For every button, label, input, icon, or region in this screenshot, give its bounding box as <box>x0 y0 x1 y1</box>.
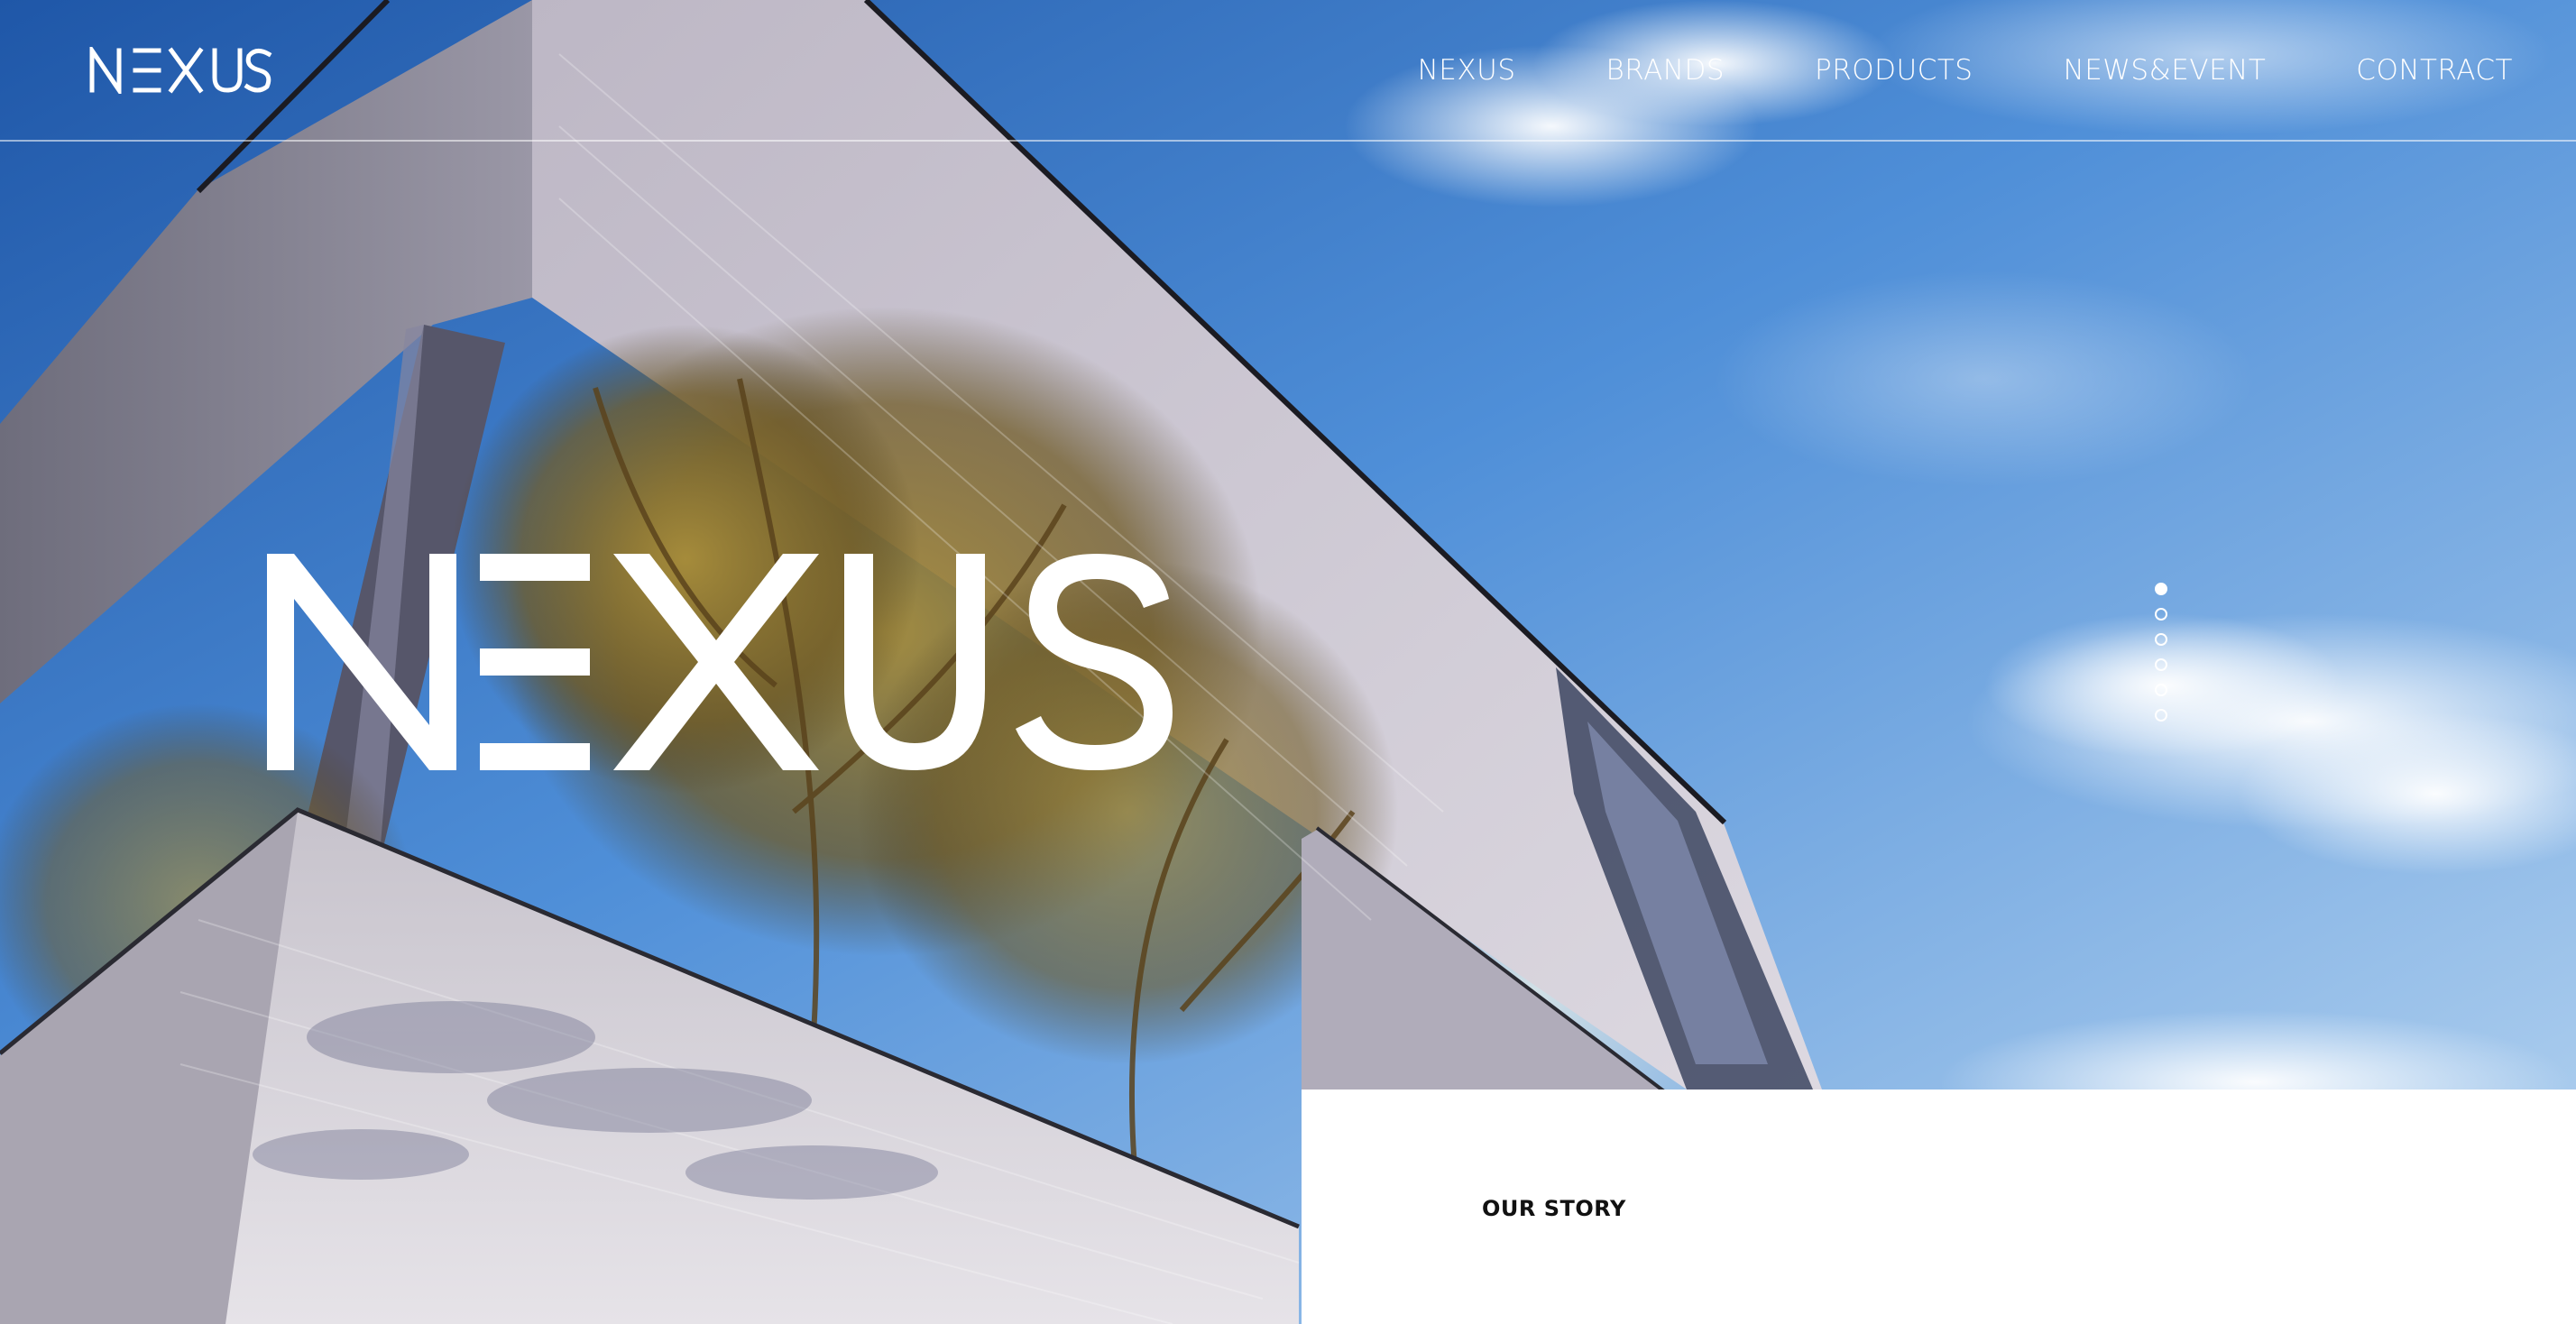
our-story-panel: OUR STORY <box>1302 1090 2576 1324</box>
slide-dot-1[interactable] <box>2155 583 2167 595</box>
slide-dot-3[interactable] <box>2155 633 2167 646</box>
our-story-title: OUR STORY <box>1482 1196 1626 1221</box>
site-header: NEXUS BRANDS PRODUCTS NEWS&EVENT CONTRAC… <box>0 0 2576 142</box>
nav-item-products[interactable]: PRODUCTS <box>1770 47 2018 94</box>
slide-indicator <box>2155 583 2167 722</box>
nav-item-news-event[interactable]: NEWS&EVENT <box>2019 47 2312 94</box>
main-nav: NEXUS BRANDS PRODUCTS NEWS&EVENT CONTRAC… <box>1373 47 2513 94</box>
slide-dot-6[interactable] <box>2155 709 2167 722</box>
slide-dot-4[interactable] <box>2155 658 2167 671</box>
slide-dot-5[interactable] <box>2155 684 2167 696</box>
nav-item-nexus[interactable]: NEXUS <box>1373 47 1561 94</box>
nav-item-brands[interactable]: BRANDS <box>1561 47 1771 94</box>
nav-item-contract[interactable]: CONTRACT <box>2311 47 2513 94</box>
hero-logo <box>267 554 1173 770</box>
nexus-logo[interactable] <box>88 47 272 94</box>
slide-dot-2[interactable] <box>2155 608 2167 621</box>
